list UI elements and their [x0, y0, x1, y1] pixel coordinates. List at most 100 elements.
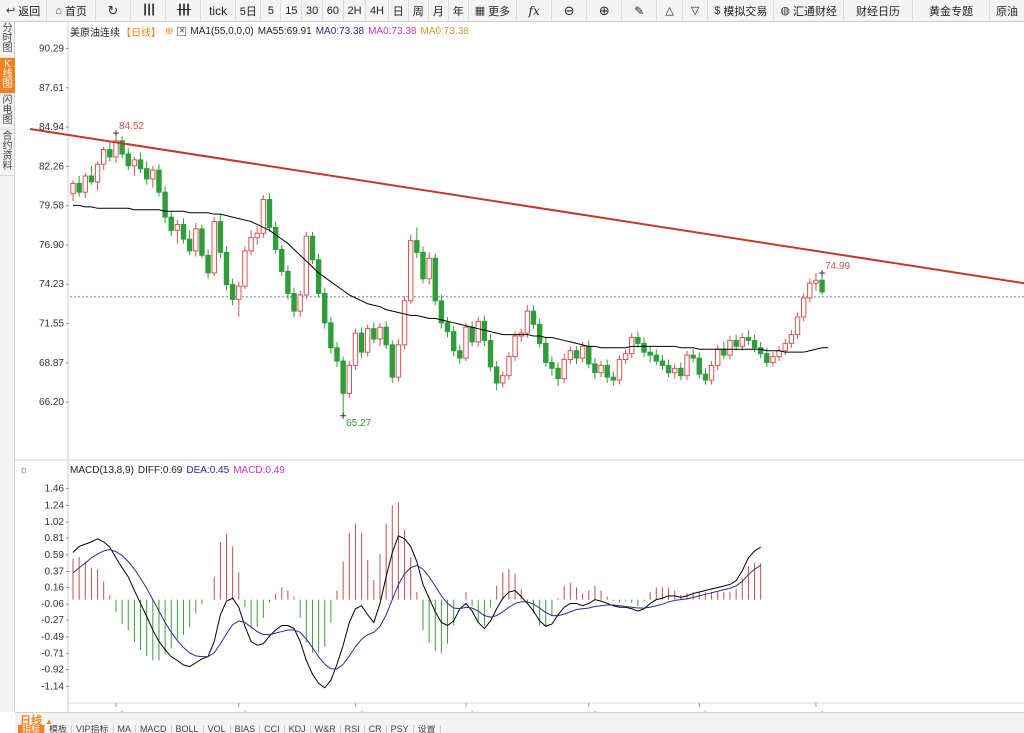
candle-body	[340, 360, 346, 394]
indicator-tab-12[interactable]: CR	[365, 725, 387, 733]
candle-body	[205, 254, 211, 274]
chart-area[interactable]: 90.2987.6184.9482.2679.5876.9074.2371.55…	[0, 0, 1024, 712]
ma0-label-a: MA0:73.38	[315, 26, 365, 37]
candle-body	[770, 356, 776, 363]
indicator-tab-0[interactable]: 指标	[18, 725, 46, 733]
candle-body	[211, 221, 217, 274]
candle-body	[76, 182, 82, 193]
candle-body	[653, 354, 659, 362]
candle-body	[315, 259, 322, 294]
indicator-tab-9[interactable]: KDJ	[285, 725, 311, 733]
candle-body	[217, 221, 224, 253]
candle-body	[88, 175, 95, 183]
candle-body	[764, 353, 770, 363]
candle-body	[715, 348, 721, 366]
candle-body	[635, 337, 641, 344]
candle-body	[137, 159, 144, 170]
candle-body	[487, 339, 494, 368]
candle-body	[186, 238, 193, 252]
indicator-tab-6[interactable]: VOL	[204, 725, 231, 733]
period-label: 【日线】	[121, 28, 161, 39]
candle-body	[162, 191, 168, 218]
candle-body	[383, 326, 389, 346]
candle-body	[395, 344, 402, 378]
candle-body	[567, 350, 574, 361]
main-y-tick-label: 76.90	[39, 240, 64, 251]
candle-body	[457, 350, 463, 359]
macd-y-tick-label: -0.49	[41, 632, 64, 643]
candle-body	[358, 332, 365, 353]
indicator-tab-1[interactable]: 模板	[45, 725, 73, 733]
candle-body	[543, 342, 549, 363]
main-y-tick-label: 71.55	[39, 319, 64, 330]
candle-body	[751, 339, 758, 349]
candle-body	[371, 328, 377, 340]
candle-body	[101, 149, 107, 165]
candle-body	[408, 240, 414, 302]
candle-body	[708, 364, 715, 381]
candle-body	[807, 282, 813, 299]
candle-body	[733, 339, 739, 347]
candle-body	[168, 216, 174, 231]
candle-body	[727, 339, 733, 356]
macd-y-tick-label: -0.27	[41, 615, 64, 626]
indicator-tab-2[interactable]: VIP指标	[72, 725, 114, 733]
candle-body	[549, 361, 555, 369]
candle-body	[285, 270, 291, 294]
candle-body	[107, 149, 113, 158]
candle-body	[254, 232, 260, 239]
candle-body	[346, 364, 353, 394]
candle-body	[174, 223, 181, 231]
candle-body	[401, 300, 408, 346]
candle-body	[297, 294, 303, 312]
indicator-tabs: 指标 模板 VIP指标 MA MACD BOLL VOL BIAS CCI KDJ W&R RSI CR…	[18, 725, 441, 733]
candle-body	[678, 367, 684, 377]
candle-body	[622, 353, 629, 361]
candle-body	[180, 223, 187, 240]
candle-body	[156, 169, 162, 193]
indicator-tab-14[interactable]: 设置	[414, 725, 441, 733]
candle-body	[432, 257, 438, 302]
candle-body	[236, 285, 242, 300]
candle-body	[70, 182, 76, 195]
indicator-tab-11[interactable]: RSI	[341, 725, 365, 733]
annotation-label: 74.99	[825, 261, 850, 272]
candle-body	[444, 322, 451, 333]
candle-body	[125, 153, 131, 167]
candle-body	[512, 335, 518, 358]
candle-body	[352, 332, 359, 366]
indicator-tab-5[interactable]: BOLL	[172, 725, 204, 733]
candle-body	[659, 360, 666, 366]
candle-body	[598, 364, 604, 374]
candle-body	[739, 337, 745, 347]
macd-y-tick-label: -0.92	[41, 665, 64, 676]
candle-body	[426, 257, 432, 280]
candle-body	[143, 168, 150, 180]
candle-body	[616, 359, 623, 381]
candle-body	[647, 351, 653, 356]
macd-settings-icon[interactable]: ☼	[19, 464, 29, 476]
candle-body	[813, 279, 819, 284]
candle-body	[672, 367, 678, 374]
macd-y-tick-label: 0.16	[45, 582, 65, 593]
candle-body	[641, 342, 647, 353]
candle-body	[684, 354, 690, 377]
candle-body	[604, 364, 610, 378]
indicator-tab-4[interactable]: MACD	[136, 725, 172, 733]
ma55-label: MA55:69.91	[257, 26, 312, 37]
macd-y-tick-label: 0.37	[45, 567, 65, 578]
candle-body	[279, 248, 285, 272]
indicator-tab-13[interactable]: PSY	[387, 725, 414, 733]
candle-body	[493, 366, 500, 384]
candle-body	[414, 240, 420, 253]
candle-body	[782, 342, 788, 352]
indicator-tab-10[interactable]: W&R	[311, 725, 341, 733]
indicator-tab-8[interactable]: CCI	[260, 725, 285, 733]
settings-icon[interactable]: ⊕	[165, 26, 173, 37]
candle-body	[242, 250, 248, 287]
indicator-tab-7[interactable]: BIAS	[231, 725, 261, 733]
ma55-line	[73, 204, 829, 353]
indicator-tab-3[interactable]: MA	[114, 725, 137, 733]
macd-y-tick-label: -0.71	[41, 649, 64, 660]
candle-body	[365, 328, 371, 353]
